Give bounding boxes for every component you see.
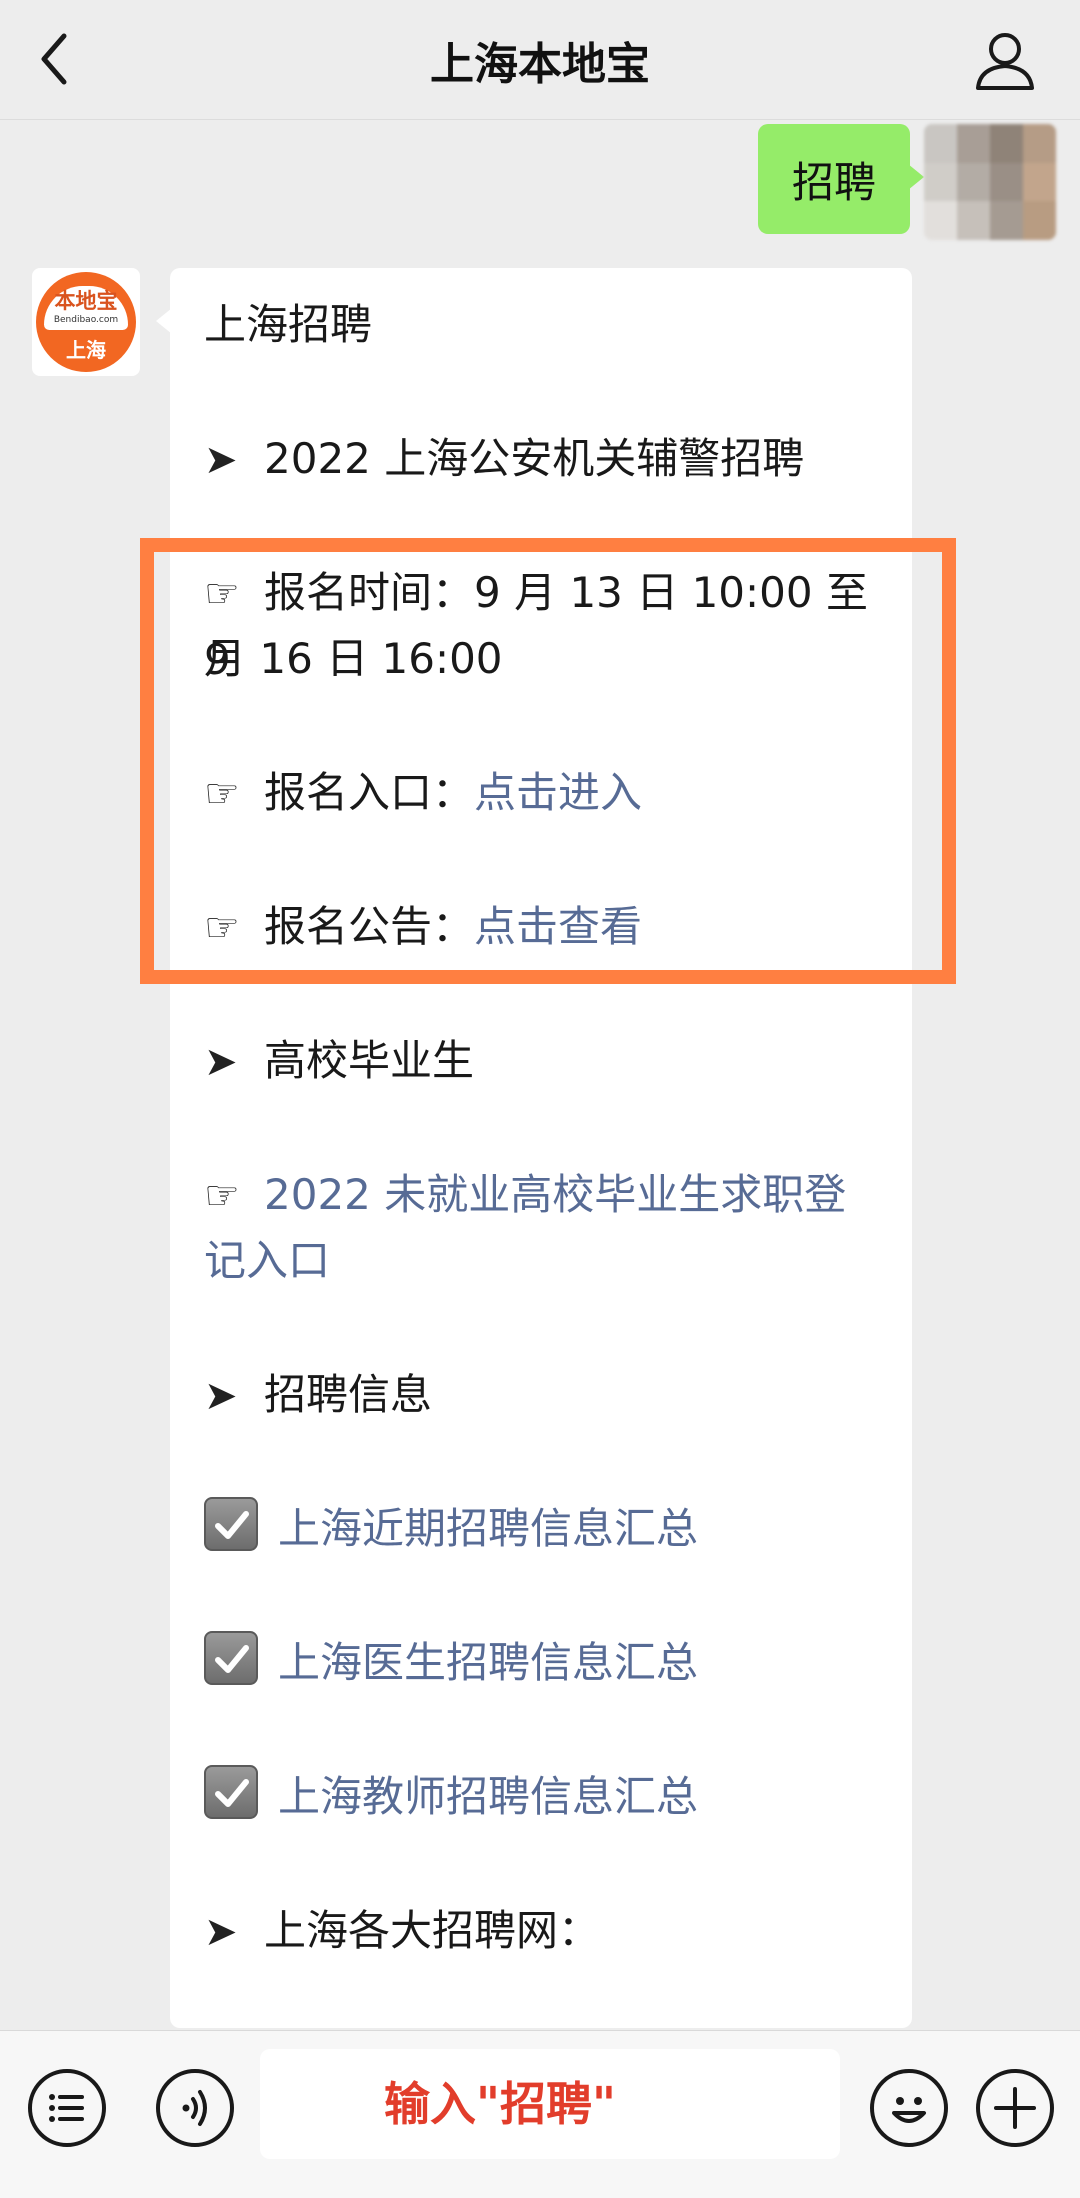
section-recruitment-info: ➤ 招聘信息 [204, 1362, 884, 1429]
arrow-icon: ➤ [204, 1909, 238, 1955]
pointer-icon: ☞ [204, 771, 240, 817]
menu-icon[interactable] [28, 2069, 106, 2147]
bot-avatar[interactable]: 本地宝 Bendibao.com 上海 [32, 268, 140, 376]
signup-notice: ☞ 报名公告：点击查看 [204, 894, 884, 961]
chat-header: 上海本地宝 [0, 0, 1080, 120]
entry-link[interactable]: 点击进入 [474, 768, 642, 817]
signup-entry: ☞ 报名入口：点击进入 [204, 760, 884, 827]
bottom-input-bar: 输入"招聘" [0, 2030, 1080, 2198]
graduate-registration-link-continued[interactable]: 记入口 [204, 1228, 884, 1294]
arrow-icon: ➤ [204, 1039, 238, 1085]
arrow-icon: ➤ [204, 437, 238, 483]
voice-icon[interactable] [156, 2069, 234, 2147]
checkbox-icon [204, 1631, 258, 1685]
arrow-icon: ➤ [204, 1373, 238, 1419]
pointer-icon: ☞ [204, 571, 240, 617]
section-police-recruitment: ➤ 2022 上海公安机关辅警招聘 [204, 426, 884, 493]
self-avatar[interactable] [924, 124, 1056, 240]
pointer-icon: ☞ [204, 1173, 240, 1219]
message-input[interactable]: 输入"招聘" [260, 2049, 840, 2159]
outgoing-message-text: 招聘 [791, 157, 876, 207]
pointer-icon: ☞ [204, 905, 240, 951]
info-item-recent[interactable]: 上海近期招聘信息汇总 [204, 1496, 884, 1562]
section-graduates: ➤ 高校毕业生 [204, 1028, 884, 1095]
plus-icon[interactable] [976, 2069, 1054, 2147]
profile-icon[interactable] [970, 26, 1040, 96]
info-item-doctors[interactable]: 上海医生招聘信息汇总 [204, 1630, 884, 1696]
checkbox-icon [204, 1765, 258, 1819]
notice-link[interactable]: 点击查看 [474, 902, 642, 951]
graduate-registration-link[interactable]: ☞ 2022 未就业高校毕业生求职登 [204, 1162, 884, 1229]
section-job-sites: ➤ 上海各大招聘网： [204, 1898, 884, 1965]
checkbox-icon [204, 1497, 258, 1551]
signup-time-continued: 月 16 日 16:00 [204, 634, 503, 683]
bendibao-logo: 本地宝 Bendibao.com 上海 [36, 272, 136, 372]
incoming-message-bubble: 上海招聘 ➤ 2022 上海公安机关辅警招聘 ☞ 报名时间：9 月 13 日 10:… [156, 268, 912, 2028]
outgoing-message-bubble[interactable]: 招聘 [757, 124, 925, 234]
emoji-icon[interactable] [870, 2069, 948, 2147]
reply-heading: 上海招聘 [204, 300, 373, 349]
chat-title: 上海本地宝 [430, 39, 650, 90]
info-item-teachers[interactable]: 上海教师招聘信息汇总 [204, 1764, 884, 1830]
